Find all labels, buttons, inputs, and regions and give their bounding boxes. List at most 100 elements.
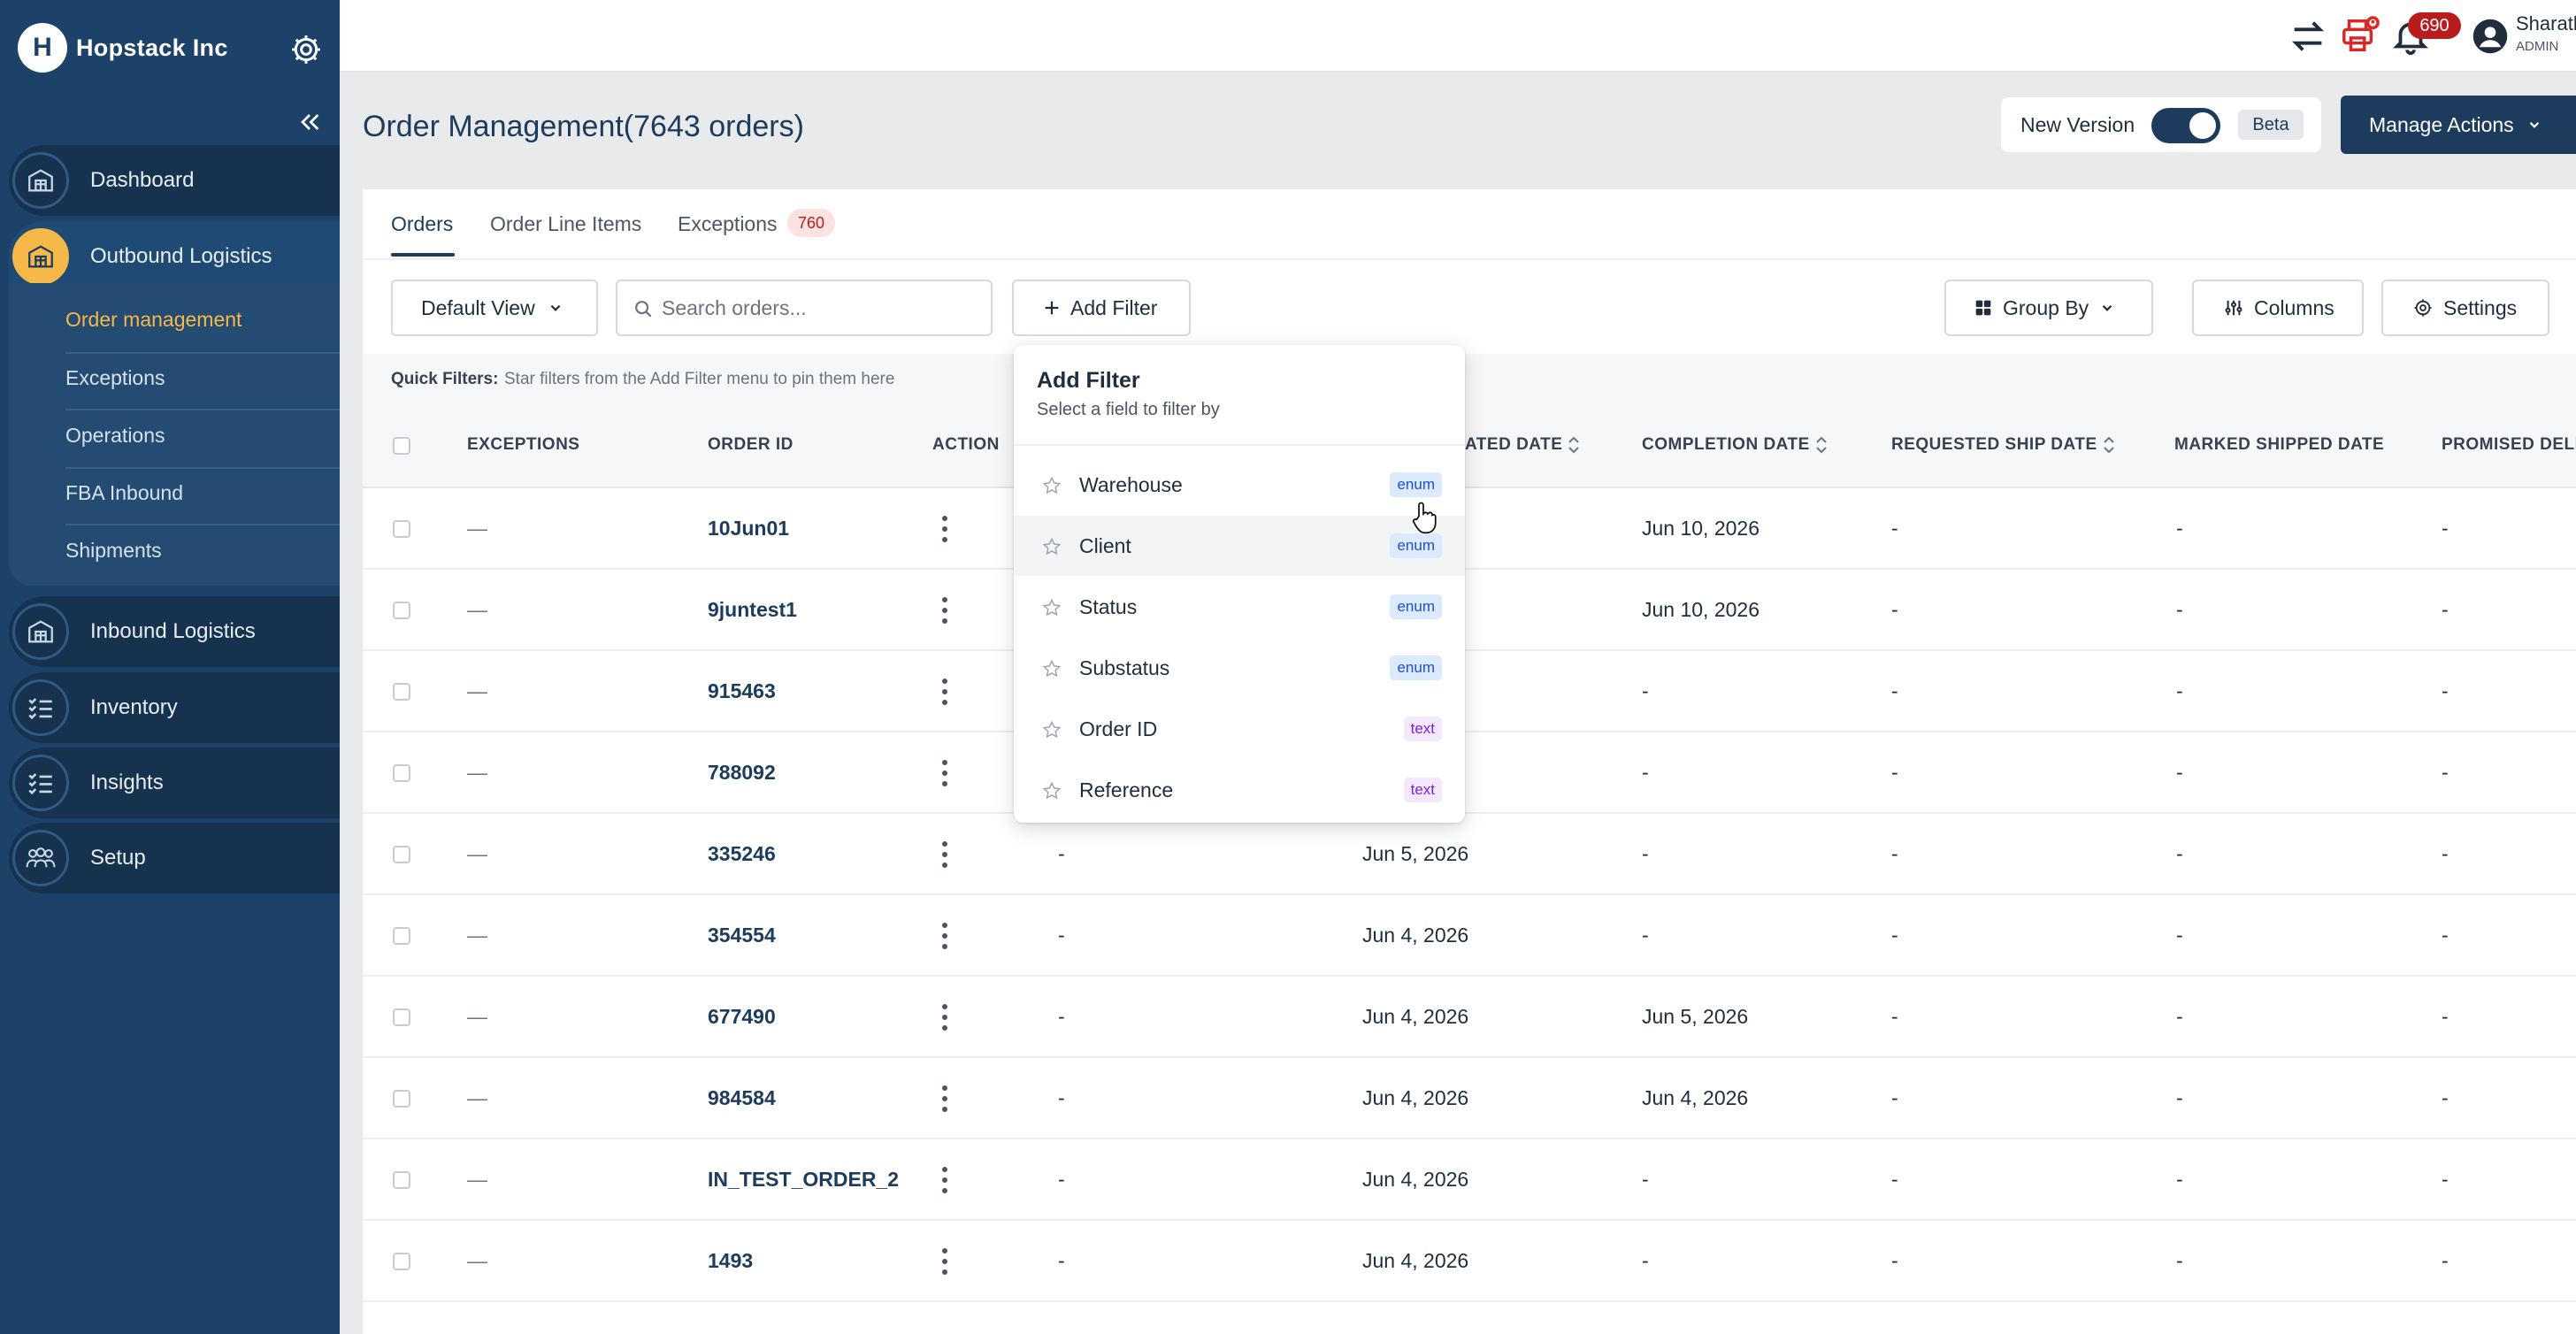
nav-insights[interactable]: Insights [9,748,340,818]
cell-value: - [1058,1249,1065,1272]
default-view-dropdown[interactable]: Default View [391,280,598,336]
cell-order-id[interactable]: 9juntest1 [708,598,797,622]
column-header-created-date[interactable]: ATED DATE [1465,435,1580,455]
kebab-menu-icon[interactable] [941,1084,948,1114]
search-input[interactable] [662,295,962,320]
cell-order-id[interactable]: 984584 [708,1086,776,1110]
nav-label: Inbound Logistics [90,619,256,643]
submenu-exceptions[interactable]: Exceptions [65,366,165,390]
row-checkbox[interactable] [393,846,410,863]
submenu-shipments[interactable]: Shipments [65,539,162,563]
quick-filters-label: Quick Filters: [391,370,499,388]
kebab-menu-icon[interactable] [941,1165,948,1195]
gear-icon[interactable] [288,32,324,67]
kebab-menu-icon[interactable] [941,514,948,544]
nav-inventory[interactable]: Inventory [9,672,340,743]
sort-icon [1816,436,1827,454]
nav-outbound-logistics[interactable]: Outbound Logistics [9,221,340,292]
columns-button[interactable]: Columns [2192,280,2364,336]
filter-option-substatus[interactable]: Substatus enum [1014,638,1465,698]
cell-requested-ship-date: - [1891,842,1898,865]
submenu-fba-inbound[interactable]: FBA Inbound [65,481,183,505]
cell-order-id[interactable]: 354554 [708,924,776,947]
user-avatar-icon[interactable] [2472,18,2509,55]
column-header-promised-delivery[interactable]: PROMISED DELI [2442,435,2576,455]
filter-option-reference[interactable]: Reference text [1014,760,1465,820]
cell-value: - [1058,1086,1065,1109]
tab-order-line-items[interactable]: Order Line Items [490,212,641,236]
printer-alert-icon[interactable] [2339,16,2380,57]
cell-requested-ship-date: - [1891,1168,1898,1191]
cell-exceptions: — [467,1086,487,1109]
nav-setup[interactable]: Setup [9,823,340,893]
swap-arrows-icon[interactable] [2288,16,2328,57]
cell-order-id[interactable]: 335246 [708,842,776,866]
star-icon[interactable] [1042,720,1062,740]
submenu-operations[interactable]: Operations [65,424,165,448]
star-icon[interactable] [1042,781,1062,801]
kebab-menu-icon[interactable] [941,758,948,788]
manage-actions-button[interactable]: Manage Actions [2341,96,2576,154]
kebab-menu-icon[interactable] [941,595,948,625]
cell-exceptions: — [467,517,487,540]
filter-option-client[interactable]: Client enum [1014,516,1465,576]
column-header-requested-ship-date[interactable]: REQUESTED SHIP DATE [1891,435,2115,455]
row-divider [363,812,2576,814]
cell-order-id[interactable]: 915463 [708,679,776,703]
chevron-down-icon [2102,304,2112,311]
beta-badge: Beta [2238,110,2304,140]
column-header-completion-date[interactable]: COMPLETION DATE [1642,435,1828,455]
kebab-menu-icon[interactable] [941,840,948,870]
row-checkbox[interactable] [393,1171,410,1189]
row-checkbox[interactable] [393,520,410,538]
kebab-menu-icon[interactable] [941,1002,948,1032]
add-filter-button[interactable]: Add Filter [1012,280,1191,336]
collapse-sidebar-icon[interactable] [295,108,324,136]
filter-option-warehouse[interactable]: Warehouse enum [1014,455,1465,515]
cell-created-date: Jun 4, 2026 [1362,924,1469,947]
star-icon[interactable] [1042,598,1062,617]
kebab-menu-icon[interactable] [941,921,948,951]
tab-exceptions[interactable]: Exceptions [678,212,778,236]
cell-order-id[interactable]: IN_TEST_ORDER_2 [708,1168,899,1192]
kebab-menu-icon[interactable] [941,677,948,707]
star-icon[interactable] [1042,476,1062,495]
divider [65,352,340,354]
row-checkbox[interactable] [393,602,410,619]
group-by-button[interactable]: Group By [1944,280,2153,336]
filter-option-order-id[interactable]: Order ID text [1014,699,1465,759]
cell-order-id[interactable]: 1493 [708,1249,753,1273]
row-checkbox[interactable] [393,927,410,945]
grid-icon [1975,300,1991,316]
row-checkbox[interactable] [393,764,410,782]
column-header-exceptions[interactable]: EXCEPTIONS [467,435,579,455]
tab-orders[interactable]: Orders [391,212,453,236]
row-checkbox[interactable] [393,1253,410,1270]
nav-dashboard[interactable]: Dashboard [9,145,340,216]
field-type-badge: text [1403,717,1442,741]
settings-button[interactable]: Settings [2381,280,2549,336]
column-header-marked-shipped-date[interactable]: MARKED SHIPPED DATE [2174,435,2384,455]
row-checkbox[interactable] [393,1090,410,1108]
row-checkbox[interactable] [393,1008,410,1026]
column-header-order-id[interactable]: ORDER ID [708,435,794,455]
select-all-checkbox[interactable] [393,437,410,455]
new-version-toggle[interactable] [2151,108,2220,143]
cell-order-id[interactable]: 677490 [708,1005,776,1029]
cell-order-id[interactable]: 10Jun01 [708,517,789,540]
star-icon[interactable] [1042,659,1062,678]
divider [1014,444,1465,446]
brand[interactable]: H Hopstack Inc [18,23,228,73]
cell-order-id[interactable]: 788092 [708,761,776,785]
kebab-menu-icon[interactable] [941,1246,948,1276]
filter-option-status[interactable]: Status enum [1014,577,1465,637]
settings-label: Settings [2443,295,2518,319]
row-checkbox[interactable] [393,683,410,701]
submenu-order-management[interactable]: Order management [65,308,242,332]
nav-label: Setup [90,846,146,870]
cell-completion-date: Jun 10, 2026 [1642,517,1760,540]
nav-inbound-logistics[interactable]: Inbound Logistics [9,596,340,667]
star-icon[interactable] [1042,537,1062,556]
filter-option-label: Status [1079,595,1138,618]
user-name[interactable]: Sharath [2516,12,2576,35]
